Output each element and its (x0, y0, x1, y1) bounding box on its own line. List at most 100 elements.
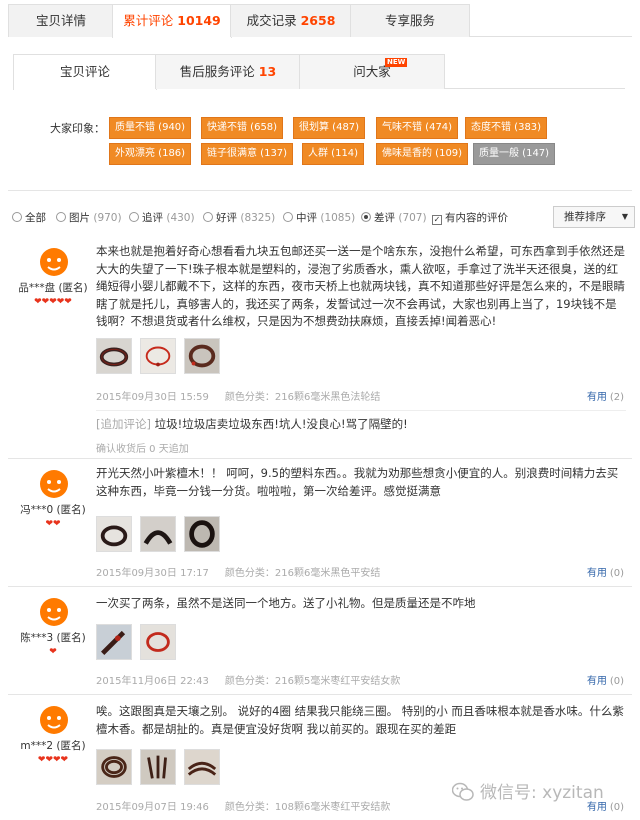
review-photo[interactable] (183, 749, 220, 785)
tab-label: 宝贝评论 (59, 64, 110, 79)
impression-tag[interactable]: 气味不错 (474) (376, 117, 459, 139)
impression-tag[interactable]: 质量不错 (940) (109, 117, 192, 139)
useful-button[interactable]: 有用 (2) (587, 388, 624, 403)
impressions-label: 大家印象： (50, 122, 105, 135)
tab-count: 10149 (177, 13, 221, 28)
useful-label: 有用 (586, 802, 607, 813)
review-images (96, 516, 224, 552)
tab-reviews[interactable]: 累计评论 10149 (112, 4, 232, 38)
impression-tag[interactable]: 态度不错 (383) (465, 117, 548, 139)
review-item: 陈***3 (匿名) ❤ 一次买了两条，虽然不是送同一个地方。送了小礼物。但是质… (8, 586, 632, 695)
impression-tag[interactable]: 人群 (114) (302, 143, 365, 165)
username: 品***盘 (匿名) (18, 282, 88, 294)
impression-tag-neutral[interactable]: 质量一般 (147) (473, 143, 556, 165)
useful-count: (0) (609, 676, 624, 687)
filter-label: 好评 (216, 212, 237, 224)
tab-label: 累计评论 (123, 13, 174, 28)
useful-count: (0) (609, 568, 624, 579)
review-photo[interactable] (96, 338, 132, 374)
review-filter-bar: 全部 图片 (970) 追评 (430) 好评 (8325) 中评 (1085)… (10, 204, 635, 230)
tab-label: 专享服务 (384, 13, 435, 28)
review-photo[interactable] (96, 749, 132, 785)
checkbox-checked-icon: ✓ (432, 215, 442, 225)
review-photo[interactable] (139, 624, 176, 660)
useful-button[interactable]: 有用 (0) (587, 564, 624, 579)
impression-tag[interactable]: 链子很满意 (137) (201, 143, 294, 165)
impression-tag[interactable]: 外观漂亮 (186) (109, 143, 192, 165)
filter-all[interactable]: 全部 (12, 210, 46, 225)
credit-hearts-icon: ❤❤ (45, 519, 61, 529)
filter-positive[interactable]: 好评 (8325) (203, 210, 275, 225)
filter-negative[interactable]: 差评 (707) (361, 210, 427, 225)
filter-count: (8325) (240, 212, 276, 224)
review-photo[interactable] (183, 516, 220, 552)
review-date: 2015年11月06日 22:43 (96, 676, 209, 687)
filter-append[interactable]: 追评 (430) (129, 210, 195, 225)
filter-images[interactable]: 图片 (970) (56, 210, 122, 225)
impression-tag[interactable]: 很划算 (487) (293, 117, 366, 139)
radio-icon (129, 212, 139, 222)
review-photo[interactable] (139, 749, 176, 785)
review-meta: 2015年09月30日 15:59 颜色分类：216颗6毫米黑色法轮结 (96, 388, 380, 403)
useful-button[interactable]: 有用 (0) (587, 672, 624, 687)
append-review: [追加评论] 垃圾!垃圾店卖垃圾东西!坑人!没良心!骂了隔壁的! (96, 416, 626, 432)
filter-has-content[interactable]: ✓ 有内容的评价 (432, 210, 508, 225)
review-text: 开光天然小叶紫檀木！！ 呵呵，9.5的塑料东西。。我就为劝那些想贪小便宜的人。别… (96, 466, 619, 498)
review-photo[interactable] (96, 624, 132, 660)
username: 冯***0 (匿名) (20, 504, 86, 516)
tab-exclusive-service[interactable]: 专享服务 (350, 4, 470, 37)
review-photo[interactable] (139, 338, 176, 374)
review-item: 品***盘 (匿名) ❤❤❤❤❤ 本来也就是抱着好奇心想看看九块五包邮还买一送一… (8, 236, 632, 459)
filter-label: 全部 (25, 212, 46, 224)
sub-tab-bar: 宝贝评论 售后服务评论 13 问大家 NEW (13, 54, 625, 90)
review-images (96, 338, 224, 374)
review-spec: 颜色分类：216颗6毫米黑色平安结 (224, 568, 381, 579)
review-images (96, 624, 180, 660)
tab-label: 售后服务评论 (179, 64, 255, 79)
review-photo[interactable] (96, 516, 132, 552)
tab-item-reviews[interactable]: 宝贝评论 (13, 54, 157, 90)
username: 陈***3 (匿名) (20, 632, 86, 644)
radio-selected-icon (361, 212, 371, 222)
tab-count: 13 (258, 64, 277, 79)
filter-label: 差评 (374, 212, 395, 224)
new-badge: NEW (385, 58, 408, 67)
filter-count: (430) (166, 212, 195, 224)
divider (8, 190, 632, 191)
tab-ask-everyone[interactable]: 问大家 NEW (299, 54, 445, 89)
divider (96, 410, 626, 411)
review-text: 一次买了两条，虽然不是送同一个地方。送了小礼物。但是质量还是不咋地 (96, 596, 476, 610)
append-meta: 确认收货后 0 天追加 (96, 444, 189, 455)
avatar (37, 702, 71, 736)
watermark-text: 微信号: xyzitan (480, 783, 604, 803)
review-photo[interactable] (183, 338, 220, 374)
review-photo[interactable] (139, 516, 176, 552)
tab-item-details[interactable]: 宝贝详情 (8, 4, 114, 37)
review-item: 冯***0 (匿名) ❤❤ 开光天然小叶紫檀木！！ 呵呵，9.5的塑料东西。。我… (8, 458, 632, 587)
filter-label: 中评 (296, 212, 317, 224)
review-spec: 颜色分类：216颗6毫米黑色法轮结 (224, 392, 381, 403)
useful-label: 有用 (586, 568, 607, 579)
review-meta: 2015年09月07日 19:46 颜色分类：108颗6毫米枣红平安结款 (96, 798, 390, 813)
tab-label: 成交记录 (246, 13, 297, 28)
review-date: 2015年09月07日 19:46 (96, 802, 209, 813)
sort-dropdown[interactable]: 推荐排序 (553, 206, 617, 228)
filter-label: 追评 (142, 212, 163, 224)
username: m***2 (匿名) (20, 740, 86, 752)
credit-hearts-icon: ❤❤❤❤ (37, 755, 69, 765)
review-date: 2015年09月30日 15:59 (96, 392, 209, 403)
filter-label: 有内容的评价 (445, 212, 508, 224)
tab-count: 2658 (300, 13, 336, 28)
chevron-down-icon[interactable]: ▼ (616, 206, 635, 228)
tab-after-sales-reviews[interactable]: 售后服务评论 13 (155, 54, 301, 89)
review-images (96, 749, 224, 785)
credit-hearts-icon: ❤❤❤❤❤ (34, 297, 72, 307)
wechat-icon (452, 782, 474, 801)
review-text: 本来也就是抱着好奇心想看看九块五包邮还买一送一是个啥东东，没抱什么希望，可东西拿… (96, 244, 625, 328)
impression-tag[interactable]: 快递不错 (658) (201, 117, 284, 139)
review-meta: 2015年11月06日 22:43 颜色分类：216颗5毫米枣红平安结女款 (96, 672, 400, 687)
filter-neutral[interactable]: 中评 (1085) (283, 210, 355, 225)
avatar (37, 466, 71, 500)
tab-transactions[interactable]: 成交记录 2658 (230, 4, 352, 37)
impression-tag[interactable]: 佛味是香的 (109) (376, 143, 469, 165)
